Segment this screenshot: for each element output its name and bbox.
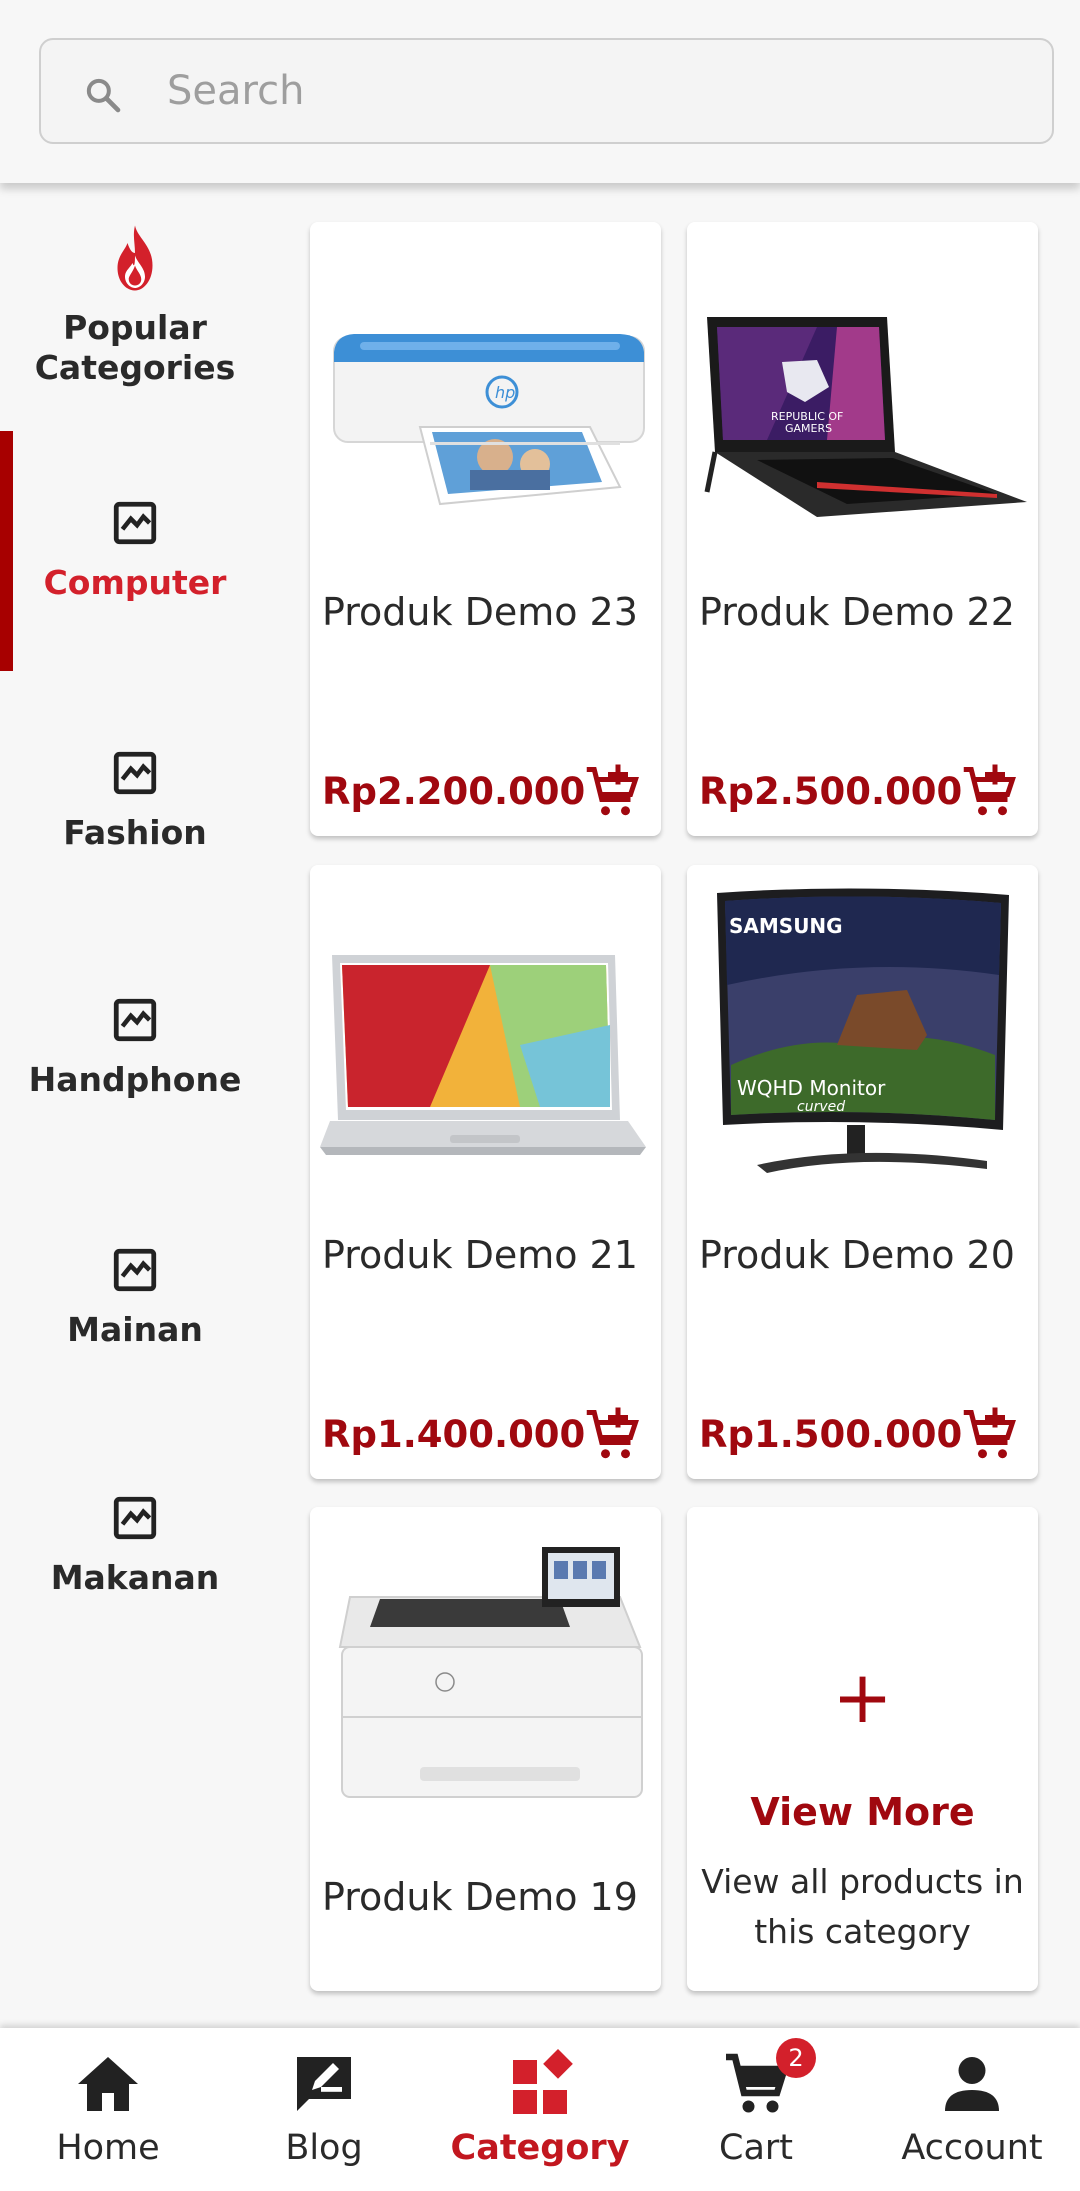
sidebar-item-label: Makanan [50, 1558, 220, 1597]
nav-label: Blog [285, 2128, 363, 2168]
sidebar-item-label: Popular Categories [34, 308, 236, 387]
home-icon [78, 2057, 138, 2111]
view-more-description: View all products in this category [701, 1862, 1024, 1951]
sidebar-item-makanan[interactable]: Makanan [0, 1493, 270, 1733]
image-icon [113, 751, 157, 795]
svg-text:WQHD Monitor: WQHD Monitor [737, 1076, 886, 1100]
product-image-gaming-laptop: REPUBLIC OF GAMERS [704, 317, 1027, 517]
search-icon [86, 78, 121, 113]
product-card[interactable]: hp Produk Demo 23 Rp2.200.000 [310, 222, 661, 836]
sidebar-item-label: Computer [43, 563, 227, 602]
category-icon [513, 2049, 573, 2114]
bottom-navigation: Home Blog Category 2 Cart Account [0, 2028, 1080, 2191]
product-name: Produk Demo 23 [322, 590, 638, 634]
nav-label: Home [56, 2128, 160, 2168]
product-price: Rp1.400.000 [322, 1413, 586, 1456]
nav-label: Cart [719, 2128, 793, 2168]
sidebar-item-handphone[interactable]: Handphone [0, 995, 270, 1235]
image-icon [113, 1248, 157, 1292]
nav-blog[interactable]: Blog [216, 2028, 432, 2191]
nav-account[interactable]: Account [864, 2028, 1080, 2191]
product-image-laptop [320, 955, 646, 1155]
blog-icon [297, 2057, 351, 2111]
view-more-card[interactable]: + View More View all products in this ca… [687, 1507, 1038, 1991]
sidebar-item-label: Fashion [63, 813, 207, 852]
product-card[interactable]: Produk Demo 19 [310, 1507, 661, 1991]
product-card[interactable]: SAMSUNG WQHD Monitor curved Produk Demo … [687, 865, 1038, 1479]
sidebar-item-computer[interactable]: Computer [0, 498, 270, 738]
image-icon [113, 998, 157, 1042]
add-to-cart-icon[interactable] [959, 1405, 1021, 1465]
product-image-monitor: SAMSUNG WQHD Monitor curved [717, 888, 1009, 1173]
image-icon [113, 1496, 157, 1540]
fire-icon [117, 225, 153, 291]
product-name: Produk Demo 21 [322, 1233, 638, 1277]
sidebar-item-fashion[interactable]: Fashion [0, 748, 270, 988]
add-to-cart-icon[interactable] [959, 762, 1021, 822]
account-icon [945, 2057, 999, 2111]
svg-text:SAMSUNG: SAMSUNG [729, 914, 843, 938]
svg-text:curved: curved [797, 1099, 845, 1115]
header: Search [0, 0, 1080, 183]
nav-home[interactable]: Home [0, 2028, 216, 2191]
view-more-title: View More [750, 1790, 975, 1834]
category-sidebar: Popular Categories Computer Fashion Hand… [0, 183, 300, 2028]
plus-icon: + [832, 1655, 893, 1739]
nav-cart[interactable]: 2 Cart [648, 2028, 864, 2191]
product-image-laser-printer [338, 1547, 643, 1798]
svg-text:hp: hp [495, 383, 515, 402]
product-price: Rp2.500.000 [699, 770, 963, 813]
product-price: Rp2.200.000 [322, 770, 586, 813]
product-price: Rp1.500.000 [699, 1413, 963, 1456]
product-card[interactable]: REPUBLIC OF GAMERS Produk Demo 22 Rp2.50… [687, 222, 1038, 836]
image-icon [113, 501, 157, 545]
sidebar-item-label: Mainan [67, 1310, 203, 1349]
product-card[interactable]: Produk Demo 21 Rp1.400.000 [310, 865, 661, 1479]
add-to-cart-icon[interactable] [582, 1405, 644, 1465]
sidebar-item-mainan[interactable]: Mainan [0, 1245, 270, 1485]
search-placeholder: Search [167, 68, 305, 114]
search-bar[interactable]: Search [39, 38, 1054, 144]
product-image-inkjet-printer: hp [333, 334, 645, 506]
cart-badge: 2 [776, 2038, 816, 2078]
nav-label: Category [450, 2128, 630, 2168]
sidebar-item-popular-categories[interactable]: Popular Categories [0, 223, 270, 463]
product-name: Produk Demo 20 [699, 1233, 1015, 1277]
sidebar-item-label: Handphone [28, 1060, 242, 1099]
svg-text:GAMERS: GAMERS [785, 422, 832, 435]
nav-category[interactable]: Category [432, 2028, 648, 2191]
nav-label: Account [901, 2128, 1043, 2168]
product-name: Produk Demo 22 [699, 590, 1015, 634]
product-name: Produk Demo 19 [322, 1875, 638, 1919]
add-to-cart-icon[interactable] [582, 762, 644, 822]
